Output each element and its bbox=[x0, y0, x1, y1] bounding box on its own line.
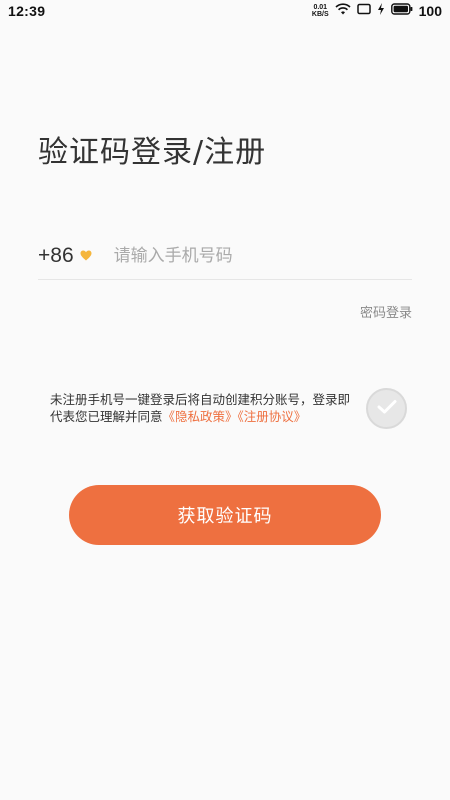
country-code-selector[interactable]: +86 bbox=[38, 244, 92, 268]
page-title: 验证码登录/注册 bbox=[38, 135, 267, 170]
privacy-policy-link[interactable]: 《隐私政策》 bbox=[163, 409, 238, 424]
battery-level: 100 bbox=[418, 3, 442, 19]
password-login-link[interactable]: 密码登录 bbox=[360, 302, 412, 321]
check-icon bbox=[377, 399, 397, 419]
register-agreement-link[interactable]: 《注册协议》 bbox=[238, 409, 307, 424]
status-icons: 0.01 KB/S 100 bbox=[312, 2, 442, 20]
network-speed: 0.01 KB/S bbox=[312, 4, 329, 18]
agree-checkbox[interactable] bbox=[366, 388, 407, 429]
dropdown-heart-icon bbox=[80, 250, 92, 261]
status-bar: 12:39 0.01 KB/S 100 bbox=[0, 0, 450, 22]
get-verification-code-button[interactable]: 获取验证码 bbox=[69, 485, 381, 545]
screen-icon bbox=[356, 2, 371, 20]
country-code-label: +86 bbox=[38, 243, 74, 267]
phone-input-row: +86 bbox=[38, 232, 412, 280]
battery-icon bbox=[390, 2, 413, 20]
status-time: 12:39 bbox=[8, 3, 46, 19]
wifi-icon bbox=[335, 2, 351, 20]
charging-icon bbox=[377, 2, 385, 20]
network-speed-unit: KB/S bbox=[311, 11, 329, 18]
agreement-text: 未注册手机号一键登录后将自动创建积分账号，登录即代表您已理解并同意《隐私政策》《… bbox=[50, 391, 362, 425]
phone-number-input[interactable] bbox=[113, 245, 374, 266]
network-speed-value: 0.01 bbox=[313, 4, 328, 11]
